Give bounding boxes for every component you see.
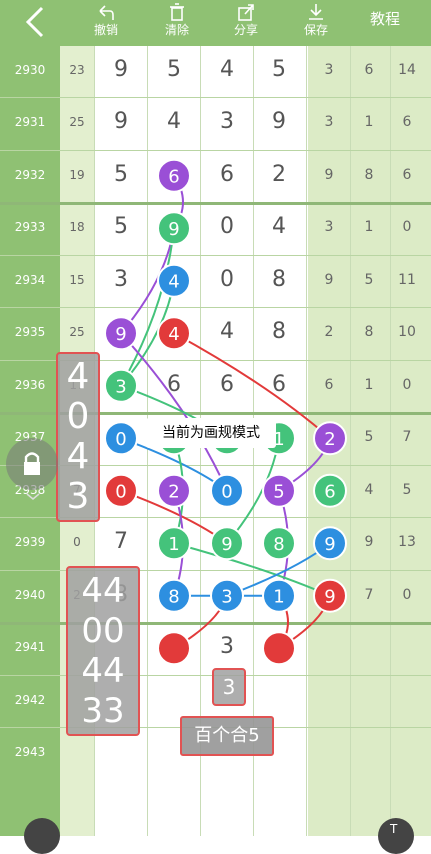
svg-text:8: 8 — [168, 586, 179, 607]
trend-line — [173, 542, 331, 597]
number-ball[interactable]: 9 — [313, 526, 347, 561]
svg-text:6: 6 — [324, 481, 335, 502]
number-ball[interactable]: 8 — [157, 578, 191, 613]
mode-tip: 当前为画规模式 — [146, 418, 276, 448]
number-ball[interactable]: 3 — [210, 578, 244, 613]
text-tool-icon: T — [390, 822, 398, 836]
clear-button[interactable]: 清除 — [147, 0, 207, 46]
block-row: 00 — [81, 611, 125, 651]
number-ball[interactable]: 3 — [104, 368, 138, 403]
svg-text:1: 1 — [168, 534, 179, 555]
badge-digit: 0 — [66, 396, 90, 437]
number-ball[interactable]: 1 — [157, 526, 191, 561]
svg-text:9: 9 — [324, 534, 335, 555]
corner-button-left[interactable] — [24, 818, 60, 854]
back-button[interactable] — [22, 4, 48, 40]
number-ball[interactable]: 9 — [157, 211, 191, 246]
toolbar: 撤销 清除 分享 保存 教程 — [0, 0, 431, 46]
corner-button-right[interactable]: T — [378, 818, 414, 854]
undo-label: 撤销 — [93, 23, 118, 37]
number-ball[interactable]: 0 — [210, 473, 244, 508]
sum-label-box: 百个合5 — [180, 716, 274, 756]
svg-text:9: 9 — [168, 219, 179, 240]
svg-text:9: 9 — [115, 324, 126, 345]
share-label: 分享 — [233, 23, 258, 37]
trash-icon — [170, 3, 184, 21]
svg-text:0: 0 — [115, 481, 126, 502]
svg-text:3: 3 — [221, 586, 232, 607]
svg-text:3: 3 — [115, 376, 126, 397]
number-ball[interactable]: 9 — [210, 526, 244, 561]
undo-icon — [99, 5, 114, 20]
number-ball[interactable]: 9 — [313, 578, 347, 613]
number-ball[interactable]: 9 — [104, 316, 138, 351]
svg-text:0: 0 — [115, 429, 126, 450]
svg-text:0: 0 — [221, 481, 232, 502]
save-label: 保存 — [303, 23, 328, 37]
clear-label: 清除 — [164, 23, 189, 37]
number-ball[interactable]: 0 — [104, 473, 138, 508]
number-ball[interactable]: 2 — [157, 473, 191, 508]
download-icon — [309, 4, 323, 20]
badge-digit: 4 — [66, 356, 90, 397]
svg-text:5: 5 — [273, 481, 284, 502]
svg-text:9: 9 — [324, 586, 335, 607]
number-ball[interactable] — [157, 631, 191, 666]
number-ball[interactable]: 6 — [157, 158, 191, 193]
svg-text:4: 4 — [168, 271, 179, 292]
block-row: 44 — [81, 571, 125, 611]
trend-line — [120, 228, 175, 387]
left-digit-badge: 4 0 4 3 — [56, 352, 100, 522]
lock-button[interactable] — [6, 438, 58, 490]
share-icon — [238, 4, 254, 21]
number-ball[interactable]: 8 — [262, 526, 296, 561]
badge-digit: 4 — [66, 436, 90, 477]
svg-text:4: 4 — [168, 324, 179, 345]
svg-text:6: 6 — [168, 166, 179, 187]
number-ball[interactable]: 5 — [262, 473, 296, 508]
number-ball[interactable]: 1 — [262, 578, 296, 613]
lock-icon — [24, 452, 40, 475]
block-row: 44 — [81, 651, 125, 691]
block-row: 33 — [81, 691, 125, 731]
chevron-down-icon — [26, 493, 40, 500]
svg-text:2: 2 — [324, 429, 335, 450]
number-ball[interactable]: 2 — [313, 421, 347, 456]
svg-text:2: 2 — [168, 481, 179, 502]
undo-button[interactable]: 撤销 — [76, 0, 136, 46]
save-button[interactable]: 保存 — [286, 0, 346, 46]
number-ball[interactable] — [262, 631, 296, 666]
tutorial-button[interactable]: 教程 — [370, 8, 400, 29]
svg-text:8: 8 — [273, 534, 284, 555]
number-ball[interactable]: 6 — [313, 473, 347, 508]
share-button[interactable]: 分享 — [216, 0, 276, 46]
number-ball[interactable]: 0 — [104, 421, 138, 456]
svg-text:1: 1 — [273, 586, 284, 607]
number-ball[interactable]: 4 — [157, 316, 191, 351]
number-ball[interactable]: 4 — [157, 263, 191, 298]
big-digit-block: 44 00 44 33 — [66, 566, 140, 736]
svg-text:9: 9 — [221, 534, 232, 555]
badge-digit: 3 — [66, 476, 90, 517]
chevron-left-icon — [25, 6, 44, 38]
center-pick-badge: 3 — [212, 668, 246, 706]
